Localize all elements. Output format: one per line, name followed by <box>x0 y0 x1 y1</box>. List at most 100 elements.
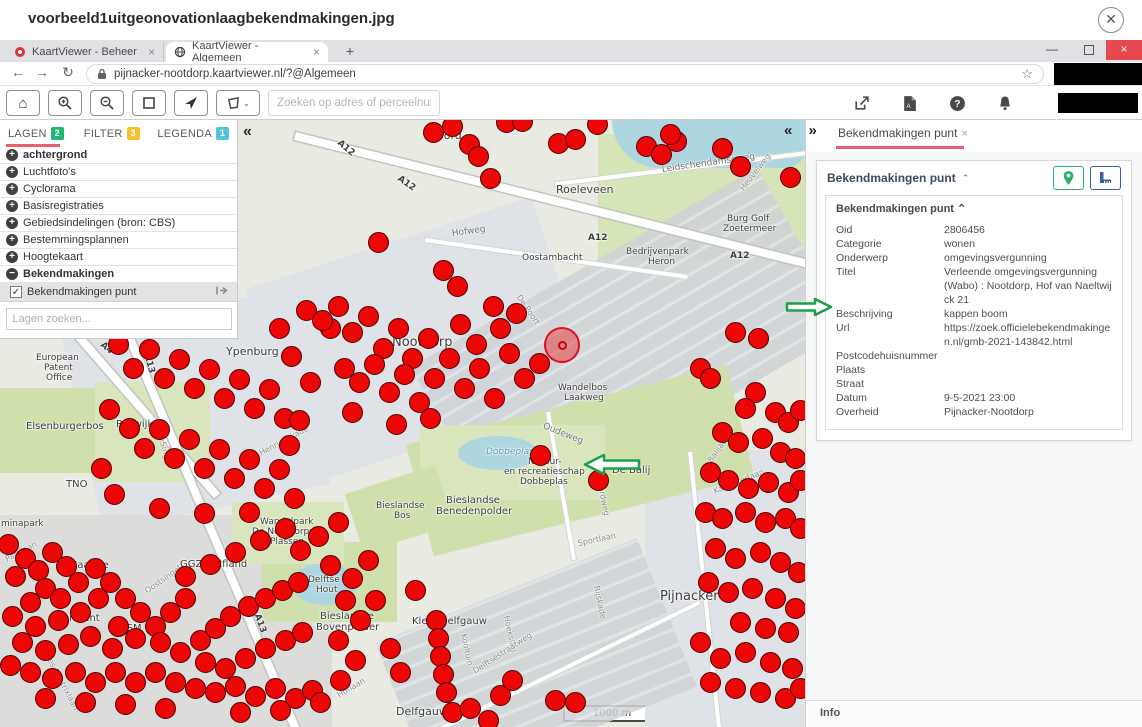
announcement-point[interactable] <box>765 588 786 609</box>
announcement-point[interactable] <box>230 702 251 723</box>
announcement-point[interactable] <box>738 478 759 499</box>
panel-expand-collapse-icons[interactable]: « » <box>784 122 823 139</box>
layer-actions-icon[interactable] <box>215 285 229 299</box>
announcement-point[interactable] <box>418 328 439 349</box>
announcement-point[interactable] <box>760 652 781 673</box>
announcement-point[interactable] <box>785 598 806 619</box>
announcement-point[interactable] <box>139 339 160 360</box>
home-button[interactable]: ⌂ <box>6 90 40 116</box>
announcement-point[interactable] <box>725 548 746 569</box>
announcement-point[interactable] <box>748 328 769 349</box>
announcement-point[interactable] <box>184 378 205 399</box>
checkbox-checked-icon[interactable]: ✓ <box>10 286 22 298</box>
announcement-point[interactable] <box>225 542 246 563</box>
announcement-point[interactable] <box>214 388 235 409</box>
back-icon[interactable]: ← <box>8 64 28 80</box>
announcement-point[interactable] <box>175 588 196 609</box>
announcement-point[interactable] <box>490 318 511 339</box>
announcement-point[interactable] <box>170 642 191 663</box>
announcement-point[interactable] <box>512 120 533 132</box>
announcement-point[interactable] <box>290 540 311 561</box>
announcement-point[interactable] <box>199 359 220 380</box>
announcement-point[interactable] <box>179 429 200 450</box>
announcement-point[interactable] <box>506 303 527 324</box>
announcement-point[interactable] <box>85 672 106 693</box>
announcement-point[interactable] <box>750 682 771 703</box>
announcement-point[interactable] <box>35 640 56 661</box>
collapse-left-panel-icon[interactable]: « <box>243 123 252 141</box>
announcement-point[interactable] <box>328 630 349 651</box>
measure-button[interactable] <box>1090 166 1121 190</box>
announcement-point[interactable] <box>185 678 206 699</box>
collapse-icon[interactable]: − <box>6 268 18 280</box>
announcement-point[interactable] <box>205 682 226 703</box>
announcement-point[interactable] <box>195 652 216 673</box>
announcement-point[interactable] <box>35 688 56 709</box>
announcement-point[interactable] <box>58 634 79 655</box>
announcement-point[interactable] <box>149 419 170 440</box>
announcement-point[interactable] <box>364 354 385 375</box>
announcement-point[interactable] <box>20 592 41 613</box>
announcement-point[interactable] <box>169 349 190 370</box>
announcement-point[interactable] <box>244 398 265 419</box>
window-close-button[interactable]: × <box>1106 40 1142 60</box>
locate-button[interactable] <box>174 90 208 116</box>
announcement-point[interactable] <box>349 372 370 393</box>
announcement-point[interactable] <box>405 580 426 601</box>
new-tab-button[interactable]: + <box>340 43 360 61</box>
expand-icon[interactable]: + <box>6 217 18 229</box>
announcement-point[interactable] <box>365 590 386 611</box>
announcement-point[interactable] <box>752 428 773 449</box>
announcement-point[interactable] <box>281 346 302 367</box>
announcement-point[interactable] <box>705 538 726 559</box>
announcement-point[interactable] <box>698 572 719 593</box>
announcement-point[interactable] <box>50 588 71 609</box>
announcement-point[interactable] <box>288 572 309 593</box>
announcement-point[interactable] <box>330 670 351 691</box>
announcement-point[interactable] <box>225 676 246 697</box>
sublayer-bekendmakingen-punt[interactable]: ✓ Bekendmakingen punt <box>0 283 237 302</box>
tab-legenda[interactable]: LEGENDA1 <box>157 127 229 140</box>
url-bar[interactable]: pijnacker-nootdorp.kaartviewer.nl/?@Alge… <box>86 64 1044 84</box>
announcement-point[interactable] <box>0 534 19 555</box>
announcement-point[interactable] <box>68 572 89 593</box>
announcement-point[interactable] <box>468 146 489 167</box>
announcement-point[interactable] <box>394 364 415 385</box>
announcement-point[interactable] <box>350 610 371 631</box>
browser-tab-beheer[interactable]: KaartViewer - Beheer × <box>6 42 164 62</box>
announcement-point[interactable] <box>710 648 731 669</box>
expand-icon[interactable]: + <box>6 234 18 246</box>
announcement-point[interactable] <box>545 690 566 711</box>
announcement-point[interactable] <box>245 686 266 707</box>
announcement-point[interactable] <box>725 678 746 699</box>
announcement-point[interactable] <box>529 353 550 374</box>
expand-icon[interactable]: + <box>6 251 18 263</box>
tab-filter[interactable]: FILTER3 <box>84 127 140 140</box>
announcement-point[interactable] <box>358 306 379 327</box>
announcement-point[interactable] <box>790 470 806 491</box>
announcement-point[interactable] <box>209 439 230 460</box>
announcement-point[interactable] <box>480 168 501 189</box>
announcement-point[interactable] <box>155 698 176 719</box>
announcement-point[interactable] <box>175 566 196 587</box>
announcement-point[interactable] <box>289 410 310 431</box>
announcement-point[interactable] <box>530 445 551 466</box>
announcement-point[interactable] <box>735 642 756 663</box>
announcement-point[interactable] <box>145 662 166 683</box>
bookmark-star-icon[interactable]: ☆ <box>1021 66 1033 82</box>
tab-bekendmakingen-punt[interactable]: Bekendmakingen punt× <box>838 126 968 140</box>
announcement-point[interactable] <box>379 382 400 403</box>
announcement-point[interactable] <box>292 622 313 643</box>
announcement-point[interactable] <box>565 692 586 713</box>
announcement-point[interactable] <box>85 558 106 579</box>
announcement-point[interactable] <box>269 459 290 480</box>
layer-search-input[interactable] <box>6 308 232 330</box>
announcement-point[interactable] <box>235 648 256 669</box>
announcement-point[interactable] <box>728 432 749 453</box>
announcement-point[interactable] <box>380 638 401 659</box>
announcement-point[interactable] <box>442 120 463 137</box>
expand-icon[interactable]: + <box>6 149 18 161</box>
announcement-point[interactable] <box>75 692 96 713</box>
zoom-in-button[interactable] <box>48 90 82 116</box>
announcement-point[interactable] <box>335 590 356 611</box>
